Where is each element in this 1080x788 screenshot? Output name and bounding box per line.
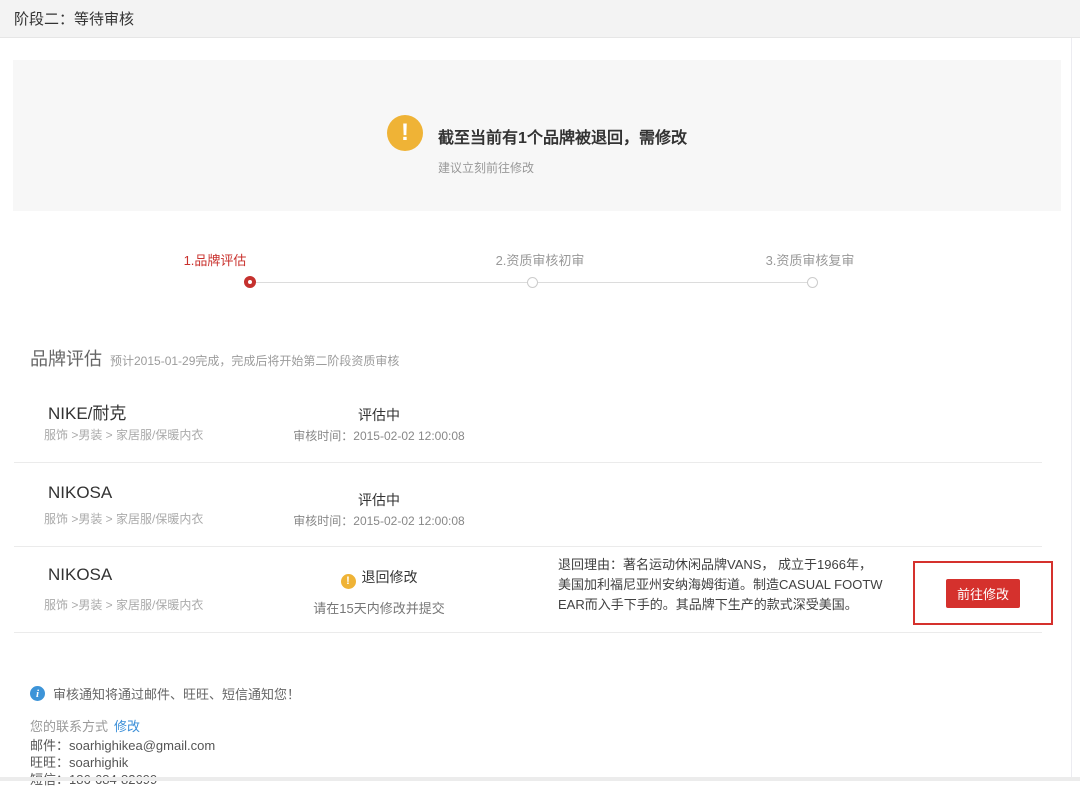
page-bottom-divider <box>0 777 1080 781</box>
return-reason-text: 退回理由：著名运动休闲品牌VANS， 成立于1966年，美国加利福尼亚州安纳海姆… <box>558 555 884 615</box>
scrollbar-track <box>1071 38 1072 781</box>
section-header: 品牌评估 预计2015-01-29完成，完成后将开始第二阶段资质审核 <box>30 345 399 371</box>
brand-status: 评估中 <box>279 405 479 425</box>
brand-status-detail: 审核时间：2015-02-02 12:00:08 <box>259 427 499 444</box>
contact-method-label: 您的联系方式 <box>30 719 108 734</box>
brand-category-breadcrumb: 服饰 >男装 > 家居服/保暖内衣 <box>44 426 203 443</box>
edit-contact-link[interactable]: 修改 <box>114 719 140 734</box>
contact-email-line: 邮件：soarhighikea@gmail.com <box>30 737 215 754</box>
warning-exclamation-icon: ! <box>341 574 356 589</box>
info-icon: i <box>30 686 45 701</box>
step-dot-pending-icon <box>807 277 818 288</box>
brand-category-breadcrumb: 服饰 >男装 > 家居服/保暖内衣 <box>44 596 203 613</box>
brand-status-detail: 请在15天内修改并提交 <box>259 598 499 617</box>
brand-name: NIKE/耐克 <box>48 399 126 424</box>
notice-subtitle: 建议立刻前往修改 <box>438 159 687 176</box>
contact-wangwang-line: 旺旺：soarhighik <box>30 754 215 771</box>
step-dot-pending-icon <box>527 277 538 288</box>
brand-status: 评估中 <box>279 490 479 510</box>
brand-row: NIKOSA 服饰 >男装 > 家居服/保暖内衣 评估中 审核时间：2015-0… <box>14 463 1042 547</box>
progress-stepper: 1.品牌评估 2.资质审核初审 3.资质审核复审 <box>0 248 1080 298</box>
notice-panel: ! 截至当前有1个品牌被退回，需修改 建议立刻前往修改 <box>13 60 1061 211</box>
contact-wangwang-label: 旺旺： <box>30 755 69 770</box>
review-notification-line: i 审核通知将通过邮件、旺旺、短信通知您！ <box>30 684 300 703</box>
step-dot-active-icon <box>244 276 256 288</box>
annotation-highlight-box: 前往修改 <box>913 561 1053 625</box>
review-notification-text: 审核通知将通过邮件、旺旺、短信通知您！ <box>53 684 300 703</box>
step-label-brand-evaluation: 1.品牌评估 <box>140 250 290 269</box>
page-title: 阶段二：等待审核 <box>14 8 134 29</box>
brand-name: NIKOSA <box>48 565 112 585</box>
brand-status-detail: 审核时间：2015-02-02 12:00:08 <box>259 512 499 529</box>
page-header: 阶段二：等待审核 <box>0 0 1080 38</box>
contact-email-value: soarhighikea@gmail.com <box>69 738 215 753</box>
brand-status-text: 退回修改 <box>362 569 418 585</box>
brand-category-breadcrumb: 服饰 >男装 > 家居服/保暖内衣 <box>44 510 203 527</box>
brand-row: NIKE/耐克 服饰 >男装 > 家居服/保暖内衣 评估中 审核时间：2015-… <box>14 392 1042 463</box>
section-title: 品牌评估 <box>30 345 102 371</box>
notice-title: 截至当前有1个品牌被退回，需修改 <box>438 124 687 148</box>
warning-exclamation-icon: ! <box>387 115 423 151</box>
contact-email-label: 邮件： <box>30 738 69 753</box>
step-label-qualification-second-review: 3.资质审核复审 <box>735 250 885 269</box>
section-subtitle: 预计2015-01-29完成，完成后将开始第二阶段资质审核 <box>110 352 399 369</box>
contact-method-header: 您的联系方式修改 <box>30 716 140 735</box>
brand-name: NIKOSA <box>48 483 112 503</box>
contact-wangwang-value: soarhighik <box>69 755 128 770</box>
step-label-qualification-first-review: 2.资质审核初审 <box>465 250 615 269</box>
brand-row: NIKOSA 服饰 >男装 > 家居服/保暖内衣 ! 退回修改 请在15天内修改并… <box>14 547 1042 633</box>
brand-status: ! 退回修改 <box>279 567 479 589</box>
go-modify-button[interactable]: 前往修改 <box>946 579 1020 608</box>
